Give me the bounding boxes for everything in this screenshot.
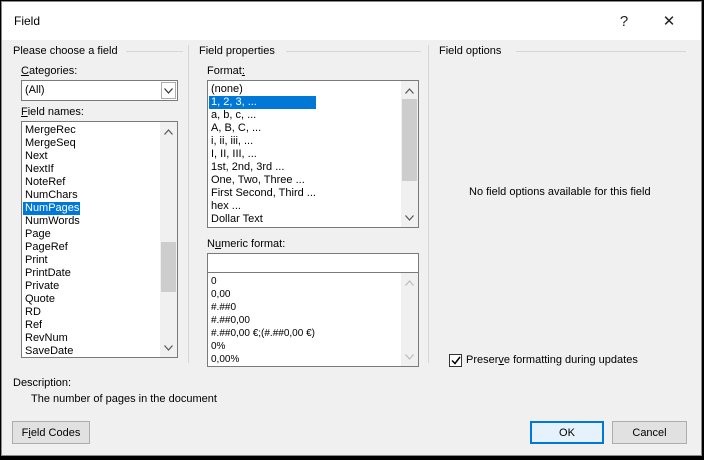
section-separator-2 [428, 45, 429, 363]
field-name-item[interactable]: Print [23, 254, 80, 267]
format-item[interactable]: 1st, 2nd, 3rd ... [209, 161, 316, 174]
cancel-button[interactable]: Cancel [612, 421, 687, 444]
field-name-item[interactable]: NoteRef [23, 176, 80, 189]
field-name-item[interactable]: MergeRec [23, 124, 80, 137]
format-item[interactable]: Dollar Text [209, 213, 316, 226]
field-name-item[interactable]: SaveDate [23, 345, 80, 357]
field-name-item[interactable]: Next [23, 150, 80, 163]
numeric-format-label: Numeric format: [207, 238, 286, 250]
format-item[interactable]: I, II, III, ... [209, 148, 316, 161]
chevron-down-icon[interactable] [161, 82, 176, 99]
choose-field-rule [126, 51, 183, 52]
scroll-down-icon[interactable] [160, 339, 177, 356]
description-label: Description: [13, 377, 72, 389]
field-properties-rule [286, 51, 421, 52]
numeric-format-item[interactable]: 0% [209, 340, 315, 353]
numeric-format-item[interactable]: #.##0,00 [209, 314, 315, 327]
no-options-message: No field options available for this fiel… [469, 186, 651, 198]
field-names-list[interactable]: MergeRec MergeSeq Next NextIf NoteRef NumChar… [21, 121, 178, 358]
format-list[interactable]: (none) 1, 2, 3, ... a, b, c, ... A, B, C, .… [207, 80, 419, 228]
field-name-item[interactable]: RevNum [23, 332, 80, 345]
field-dialog: Field ? ✕ Please choose a field Categori… [1, 1, 702, 456]
format-item[interactable]: (none) [209, 83, 316, 96]
field-name-item[interactable]: Quote [23, 293, 80, 306]
field-name-item[interactable]: Private [23, 280, 80, 293]
format-item[interactable]: One, Two, Three ... [209, 174, 316, 187]
format-scrollbar[interactable] [401, 81, 418, 227]
numeric-format-item[interactable]: #.##0 [209, 301, 315, 314]
format-item[interactable]: hex ... [209, 200, 316, 213]
description-text: The number of pages in the document [31, 393, 217, 405]
format-item[interactable]: a, b, c, ... [209, 109, 316, 122]
categories-label: Categories: [21, 65, 78, 77]
numeric-format-item[interactable]: #.##0,00 €;(#.##0,00 €) [209, 327, 315, 340]
format-item[interactable]: i, ii, iii, ... [209, 135, 316, 148]
field-names-scrollbar[interactable] [160, 122, 177, 357]
preserve-formatting-label[interactable]: Preserve formatting during updates [466, 354, 638, 366]
numeric-format-scrollbar[interactable] [401, 273, 418, 366]
close-icon: ✕ [662, 13, 676, 30]
numeric-format-item[interactable]: 0,00 [209, 288, 315, 301]
ok-button[interactable]: OK [530, 421, 604, 444]
numeric-format-list[interactable]: 0 0,00 #.##0 #.##0,00 #.##0,00 €;(#.##0,00 €… [207, 272, 419, 367]
field-name-item[interactable]: Ref [23, 319, 80, 332]
format-item[interactable]: First Second, Third ... [209, 187, 316, 200]
numeric-format-item[interactable]: 0 [209, 275, 315, 288]
scroll-down-icon[interactable] [401, 209, 418, 226]
close-button[interactable]: ✕ [647, 2, 691, 40]
preserve-formatting-checkbox[interactable] [449, 354, 462, 367]
field-name-item[interactable]: NumPages [23, 202, 80, 215]
field-names-scroll-thumb[interactable] [161, 242, 176, 292]
help-button[interactable]: ? [602, 2, 646, 40]
format-label: Format: [207, 65, 245, 77]
categories-dropdown[interactable]: (All) [21, 80, 178, 101]
field-properties-heading: Field properties [199, 45, 275, 57]
field-name-item[interactable]: RD [23, 306, 80, 319]
field-codes-button[interactable]: Fi eld Codes [12, 421, 90, 444]
field-name-item[interactable]: NumChars [23, 189, 80, 202]
section-separator-1 [188, 45, 189, 363]
scroll-up-icon[interactable] [401, 82, 418, 99]
format-item[interactable]: A, B, C, ... [209, 122, 316, 135]
title-bar: Field ? ✕ [2, 2, 701, 40]
field-name-item[interactable]: PrintDate [23, 267, 80, 280]
field-name-item[interactable]: Page [23, 228, 80, 241]
field-name-item[interactable]: MergeSeq [23, 137, 80, 150]
field-name-item[interactable]: NumWords [23, 215, 80, 228]
scroll-up-icon[interactable] [160, 123, 177, 140]
choose-field-heading: Please choose a field [13, 45, 118, 57]
field-names-label: Field names: [21, 106, 84, 118]
field-options-rule [516, 51, 686, 52]
checkmark-icon [450, 356, 461, 365]
scroll-down-icon[interactable] [401, 348, 418, 365]
numeric-format-input[interactable] [207, 253, 419, 273]
field-name-item[interactable]: PageRef [23, 241, 80, 254]
field-name-item[interactable]: NextIf [23, 163, 80, 176]
help-icon: ? [619, 12, 629, 30]
scroll-up-icon[interactable] [401, 274, 418, 291]
numeric-format-item[interactable]: 0,00% [209, 353, 315, 366]
format-scroll-thumb[interactable] [402, 99, 417, 181]
categories-value: (All) [25, 84, 45, 96]
dialog-title: Field [14, 14, 41, 28]
format-item[interactable]: 1, 2, 3, ... [209, 96, 316, 109]
field-options-heading: Field options [439, 45, 502, 57]
